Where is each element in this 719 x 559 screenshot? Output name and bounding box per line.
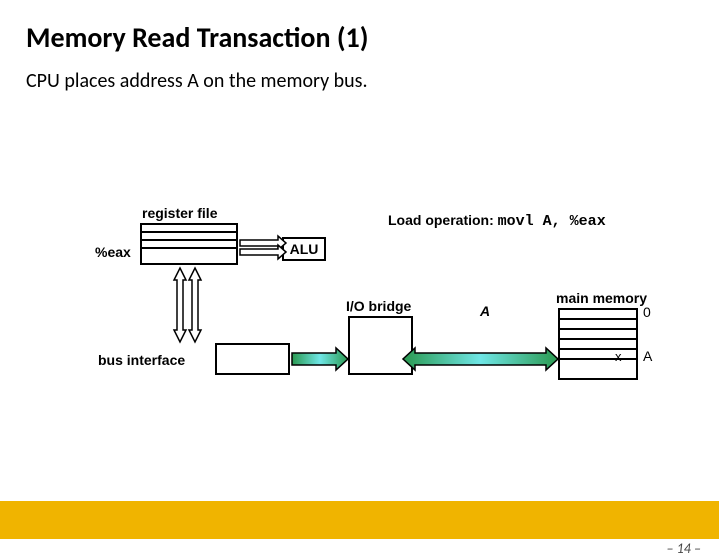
load-op-prefix: Load operation: — [388, 212, 494, 228]
register-file-box — [140, 223, 238, 265]
main-memory-box — [558, 308, 638, 380]
bus-a-label: A — [480, 303, 490, 319]
io-bridge-box — [348, 316, 413, 375]
load-op-code: movl A, %eax — [498, 213, 606, 230]
diagram-area: register file %eax ALU Load operation: m… — [0, 190, 719, 410]
page-number: – 14 – — [667, 540, 701, 557]
bus-interface-box — [215, 343, 290, 375]
mem-zero-label: 0 — [643, 304, 651, 320]
eax-label: %eax — [95, 244, 131, 260]
bus-interface-label: bus interface — [98, 352, 185, 368]
load-operation-label: Load operation: movl A, %eax — [388, 212, 606, 230]
slide-title: Memory Read Transaction (1) — [26, 20, 693, 55]
footer-bar — [0, 501, 719, 539]
mem-a-label: A — [643, 348, 652, 364]
io-bridge-label: I/O bridge — [346, 298, 411, 314]
register-file-label: register file — [142, 205, 217, 221]
alu-label: ALU — [290, 241, 319, 257]
main-memory-label: main memory — [556, 290, 647, 306]
alu-box: ALU — [282, 237, 326, 261]
slide-subtitle: CPU places address A on the memory bus. — [26, 69, 693, 93]
mem-x-label: x — [615, 349, 622, 364]
